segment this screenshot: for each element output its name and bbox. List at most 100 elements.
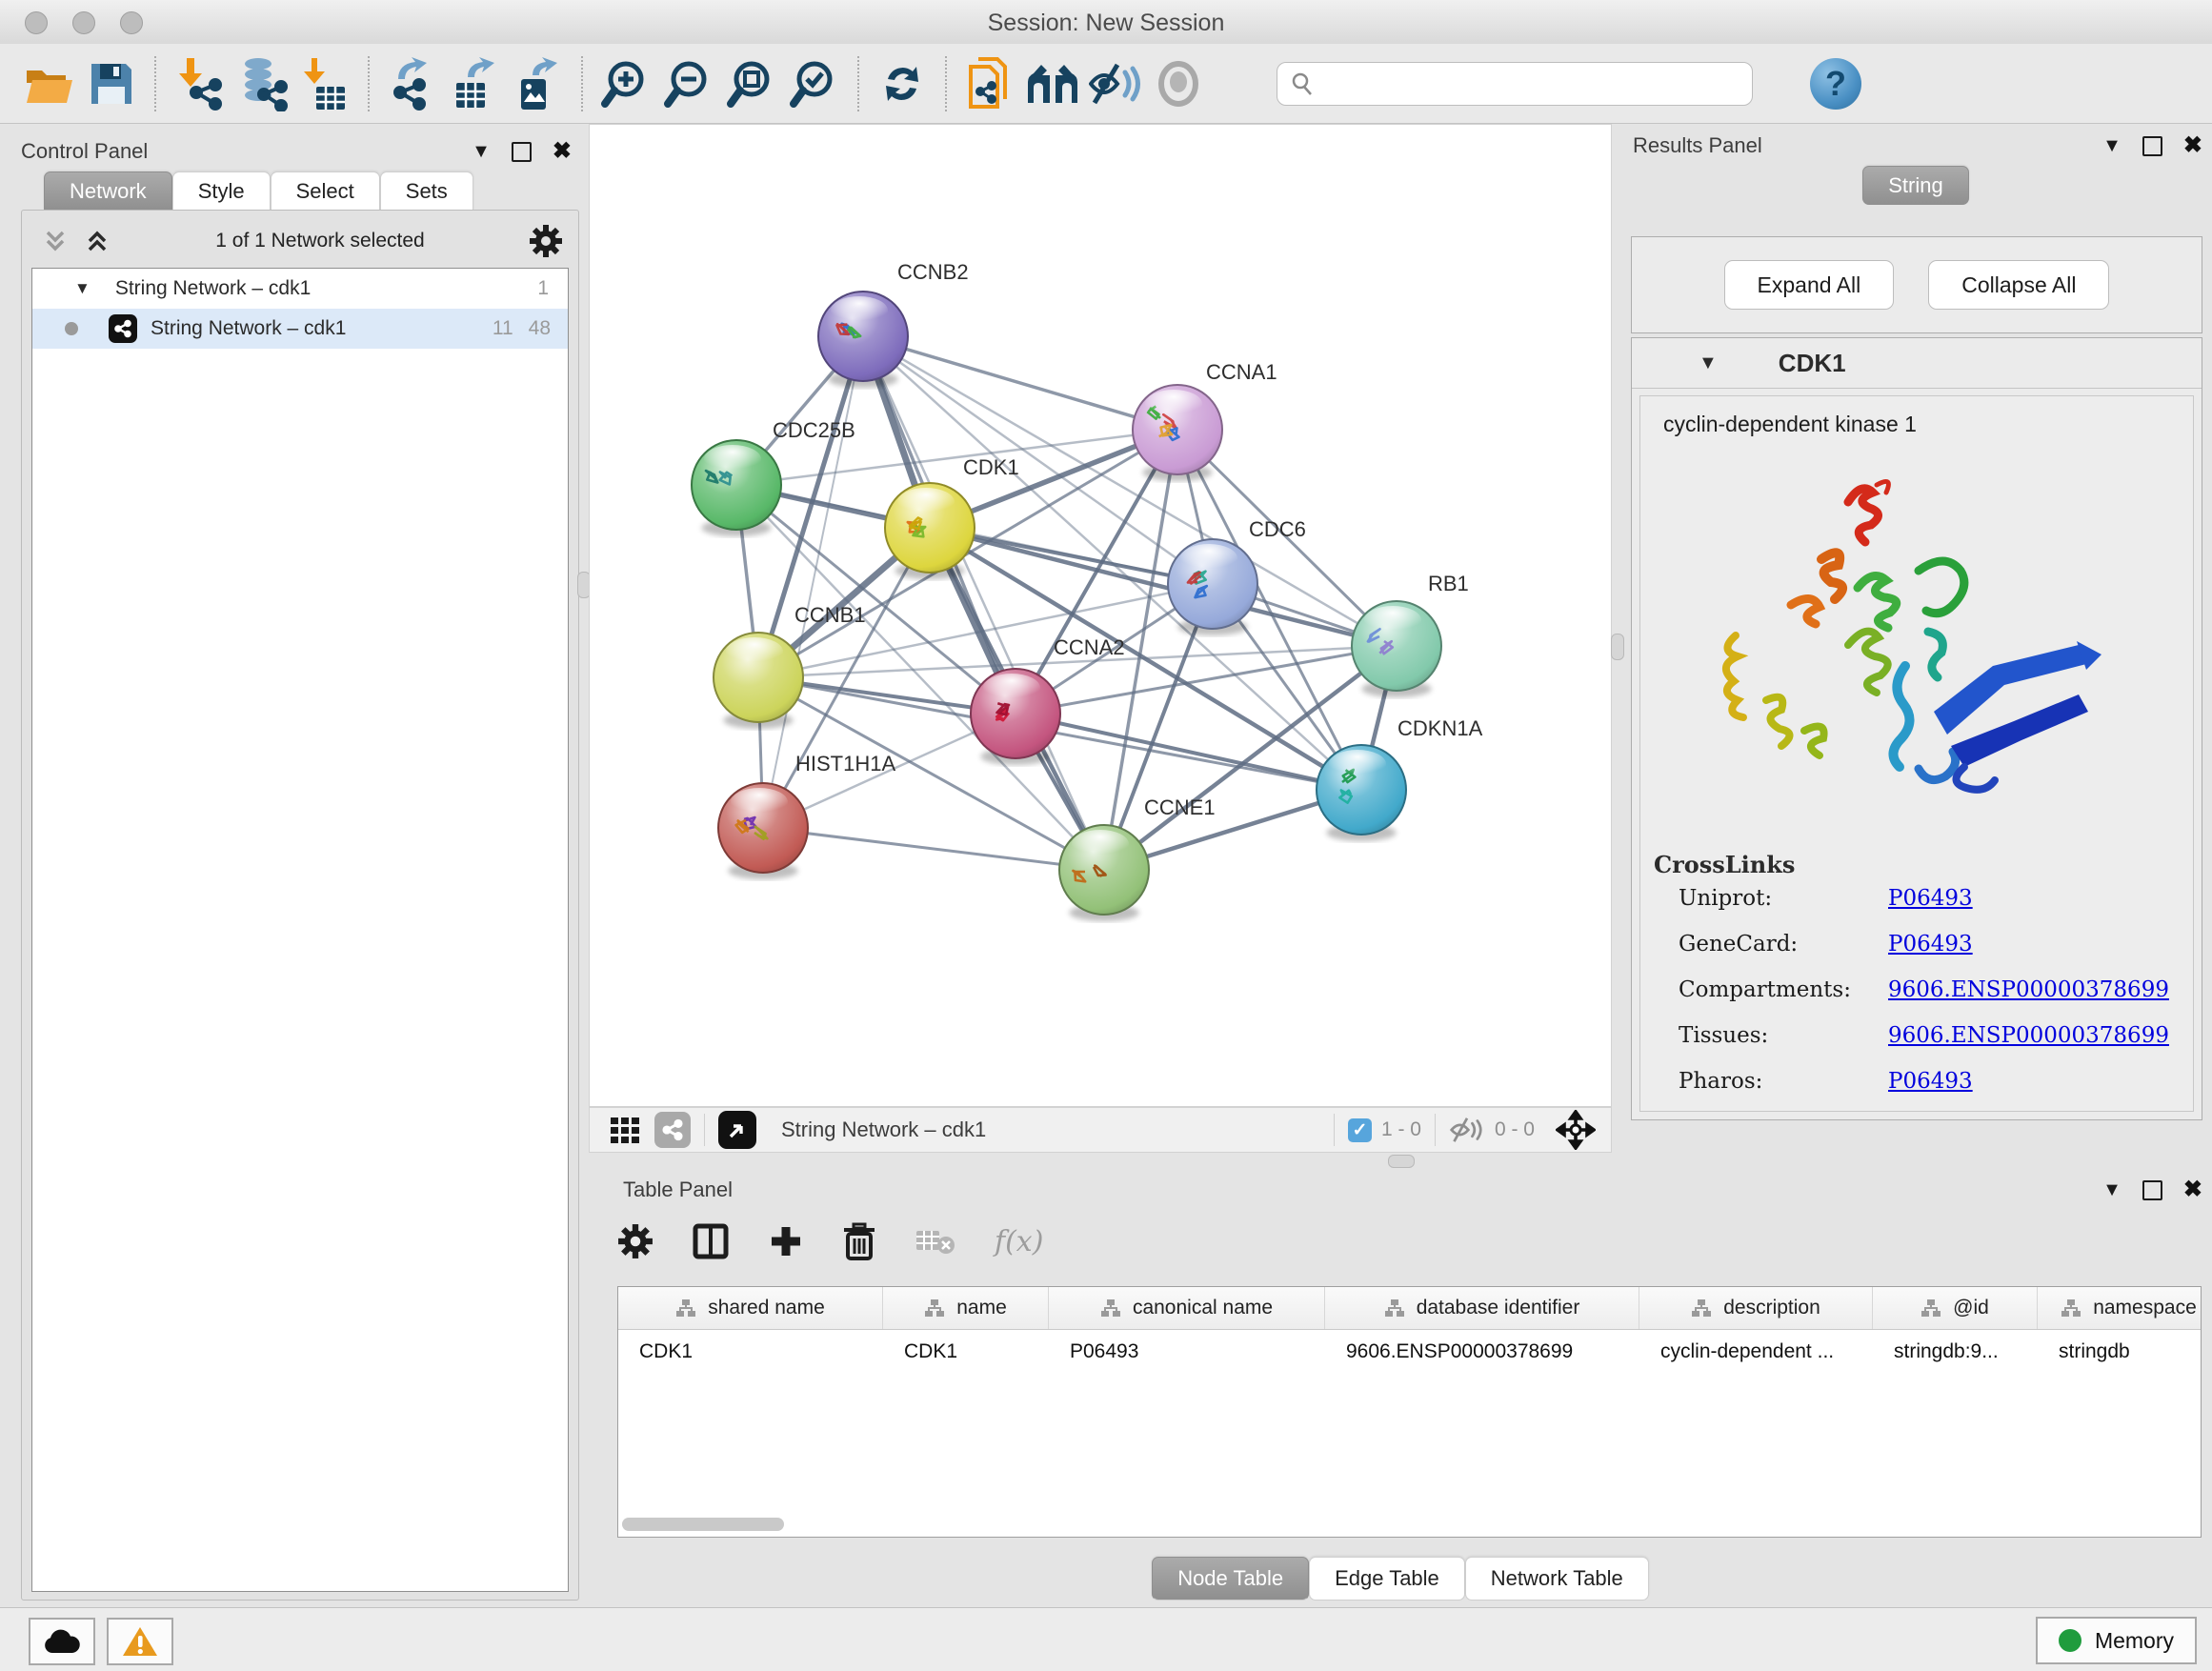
- network-collection-row[interactable]: ▼ String Network – cdk1 1: [32, 269, 568, 309]
- panel-close-icon[interactable]: ✖: [2183, 134, 2202, 157]
- column-header-namespace[interactable]: namespace: [2038, 1287, 2202, 1329]
- column-header-shared-name[interactable]: shared name: [618, 1287, 883, 1329]
- network-node-CCNA1[interactable]: CCNA1: [1133, 360, 1277, 481]
- panel-float-icon[interactable]: [512, 142, 532, 162]
- table-cell[interactable]: CDK1: [618, 1330, 883, 1374]
- search-box[interactable]: [1277, 62, 1753, 106]
- tab-sets[interactable]: Sets: [380, 171, 473, 211]
- add-column-icon[interactable]: [768, 1223, 804, 1259]
- network-node-HIST1H1A[interactable]: HIST1H1A: [718, 752, 895, 879]
- show-columns-icon[interactable]: [692, 1222, 730, 1260]
- crosslink-link[interactable]: P06493: [1888, 1069, 1973, 1094]
- horizontal-scrollbar-thumb[interactable]: [622, 1518, 784, 1531]
- detach-view-icon[interactable]: [718, 1111, 756, 1149]
- find-button[interactable]: [1021, 50, 1084, 118]
- collapse-all-button[interactable]: Collapse All: [1928, 260, 2109, 310]
- hide-selected-button[interactable]: [1084, 50, 1147, 118]
- zoom-in-button[interactable]: [594, 50, 657, 118]
- tree-expand-caret-icon[interactable]: ▼: [74, 279, 90, 298]
- warnings-button[interactable]: [107, 1618, 173, 1665]
- delete-table-icon[interactable]: [915, 1225, 956, 1258]
- delete-column-icon[interactable]: [842, 1222, 876, 1260]
- search-input[interactable]: [1316, 70, 1740, 97]
- node-table[interactable]: shared namenamecanonical namedatabase id…: [617, 1286, 2202, 1538]
- crosslink-link[interactable]: P06493: [1888, 886, 1973, 911]
- panel-menu-icon[interactable]: ▼: [2102, 1179, 2122, 1201]
- new-network-from-selection-button[interactable]: [958, 50, 1021, 118]
- table-options-gear-icon[interactable]: [617, 1223, 654, 1259]
- gene-section-header[interactable]: ▼ CDK1: [1632, 338, 2202, 389]
- grid-view-icon[interactable]: [609, 1114, 641, 1146]
- table-cell[interactable]: stringdb:9...: [1873, 1330, 2038, 1374]
- network-view[interactable]: CCNB2CCNA1CDC25BCDK1CDC6RB1CCNB1CCNA2CDK…: [589, 124, 1612, 1107]
- open-session-button[interactable]: [17, 50, 80, 118]
- zoom-selected-button[interactable]: [783, 50, 846, 118]
- column-header-database-identifier[interactable]: database identifier: [1325, 1287, 1639, 1329]
- memory-button[interactable]: Memory: [2036, 1617, 2197, 1664]
- network-node-CCNB2[interactable]: CCNB2: [818, 260, 969, 388]
- table-cell[interactable]: stringdb: [2038, 1330, 2202, 1374]
- crosslink-link[interactable]: 9606.ENSP00000378699: [1888, 977, 2169, 1002]
- collapse-all-icon[interactable]: [41, 227, 70, 255]
- network-node-CDK1[interactable]: CDK1: [885, 455, 1019, 579]
- import-network-button[interactable]: [168, 50, 231, 118]
- panel-float-icon[interactable]: [2142, 136, 2162, 156]
- tab-string[interactable]: String: [1862, 166, 1968, 205]
- import-table-button[interactable]: [293, 50, 356, 118]
- column-header-description[interactable]: description: [1639, 1287, 1873, 1329]
- tab-select[interactable]: Select: [271, 171, 380, 211]
- expand-all-button[interactable]: Expand All: [1724, 260, 1895, 310]
- import-network-from-database-button[interactable]: [231, 50, 293, 118]
- show-all-button[interactable]: [1147, 50, 1210, 118]
- export-network-button[interactable]: [381, 50, 444, 118]
- cloud-status-button[interactable]: [29, 1618, 95, 1665]
- selected-nodes-checkbox[interactable]: ✓: [1348, 1118, 1372, 1142]
- panel-menu-icon[interactable]: ▼: [472, 141, 491, 163]
- apply-layout-button[interactable]: [871, 50, 934, 118]
- tab-style[interactable]: Style: [172, 171, 271, 211]
- function-builder-icon[interactable]: f(x): [995, 1225, 1043, 1258]
- network-view-type-icon[interactable]: [654, 1112, 691, 1148]
- network-node-RB1[interactable]: RB1: [1352, 572, 1469, 697]
- network-node-CDKN1A[interactable]: CDKN1A: [1317, 716, 1483, 841]
- network-edge[interactable]: [863, 336, 1104, 870]
- hidden-eye-slash-icon[interactable]: [1449, 1116, 1485, 1144]
- tab-network-table[interactable]: Network Table: [1465, 1557, 1649, 1601]
- network-edge[interactable]: [1016, 714, 1361, 790]
- network-node-CCNE1[interactable]: CCNE1: [1059, 795, 1216, 921]
- pan-crosshair-icon[interactable]: [1556, 1110, 1596, 1150]
- table-row[interactable]: CDK1CDK1P064939606.ENSP00000378699cyclin…: [618, 1330, 2201, 1374]
- column-header--id[interactable]: @id: [1873, 1287, 2038, 1329]
- column-header-canonical-name[interactable]: canonical name: [1049, 1287, 1325, 1329]
- table-cell[interactable]: 9606.ENSP00000378699: [1325, 1330, 1639, 1374]
- zoom-fit-button[interactable]: [720, 50, 783, 118]
- horizontal-splitter-grip[interactable]: [1388, 1155, 1415, 1168]
- network-node-CDC25B[interactable]: CDC25B: [692, 418, 855, 536]
- network-row-selected[interactable]: String Network – cdk1 11 48: [32, 309, 568, 349]
- network-edge[interactable]: [863, 336, 1177, 430]
- zoom-out-button[interactable]: [657, 50, 720, 118]
- table-cell[interactable]: CDK1: [883, 1330, 1049, 1374]
- network-node-CCNB1[interactable]: CCNB1: [714, 603, 866, 729]
- tab-network[interactable]: Network: [44, 171, 172, 211]
- expand-all-icon[interactable]: [83, 227, 111, 255]
- panel-close-icon[interactable]: ✖: [553, 140, 572, 163]
- panel-menu-icon[interactable]: ▼: [2102, 135, 2122, 157]
- network-options-gear-icon[interactable]: [529, 224, 563, 258]
- network-canvas-svg[interactable]: CCNB2CCNA1CDC25BCDK1CDC6RB1CCNB1CCNA2CDK…: [590, 125, 1611, 1106]
- column-header-name[interactable]: name: [883, 1287, 1049, 1329]
- crosslink-link[interactable]: 9606.ENSP00000378699: [1888, 1023, 2169, 1048]
- tab-edge-table[interactable]: Edge Table: [1309, 1557, 1465, 1601]
- save-session-button[interactable]: [80, 50, 143, 118]
- panel-float-icon[interactable]: [2142, 1180, 2162, 1200]
- gene-caret-icon[interactable]: ▼: [1699, 352, 1718, 374]
- crosslink-link[interactable]: P06493: [1888, 932, 1973, 956]
- export-image-button[interactable]: [507, 50, 570, 118]
- export-table-button[interactable]: [444, 50, 507, 118]
- help-button[interactable]: ?: [1810, 58, 1861, 110]
- panel-close-icon[interactable]: ✖: [2183, 1178, 2202, 1201]
- table-cell[interactable]: cyclin-dependent ...: [1639, 1330, 1873, 1374]
- table-cell[interactable]: P06493: [1049, 1330, 1325, 1374]
- network-edge[interactable]: [763, 828, 1104, 870]
- tab-node-table[interactable]: Node Table: [1152, 1557, 1309, 1601]
